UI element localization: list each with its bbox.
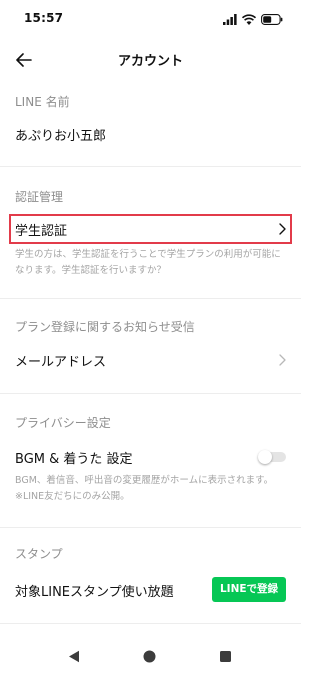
- toggle-knob: [258, 450, 272, 464]
- section-header-stamp: スタンプ: [15, 547, 63, 561]
- line-name-value: あぷりお小五郎: [15, 129, 107, 144]
- bgm-description: BGM、着信音、呼出音の変更履歴がホームに表示されます。 ※LINE友だちにのみ…: [15, 473, 287, 505]
- divider: [0, 623, 301, 624]
- home-circle-icon[interactable]: [143, 650, 156, 663]
- divider: [0, 298, 301, 299]
- section-header-privacy: プライバシー設定: [15, 416, 111, 430]
- email-label: メールアドレス: [15, 355, 107, 370]
- back-triangle-icon[interactable]: [68, 650, 80, 663]
- divider: [0, 393, 301, 394]
- divider: [0, 166, 301, 167]
- stamp-unlimited-label: 対象LINEスタンプ使い放題: [15, 585, 174, 600]
- section-header-auth: 認証管理: [15, 190, 64, 204]
- bgm-setting-label: BGM & 着うた 設定: [15, 452, 133, 467]
- bgm-description-line-2: ※LINE友だちにのみ公開。: [15, 491, 130, 502]
- email-row[interactable]: メールアドレス: [0, 344, 301, 376]
- battery-icon: [261, 13, 283, 25]
- student-auth-description: 学生の方は、学生認証を行うことで学生プランの利用が可能になります。学生認証を行い…: [15, 249, 281, 276]
- chevron-right-icon: [279, 354, 286, 366]
- status-time: 15:57: [24, 11, 64, 25]
- top-navbar: アカウント: [0, 40, 301, 80]
- system-navigation-bar: [0, 636, 301, 676]
- recents-square-icon[interactable]: [220, 651, 231, 662]
- wifi-icon: [242, 13, 256, 25]
- status-icons: [223, 13, 283, 25]
- line-name-row[interactable]: あぷりお小五郎: [0, 118, 301, 150]
- student-auth-highlight-box: [9, 214, 292, 244]
- bgm-description-line-1: BGM、着信音、呼出音の変更履歴がホームに表示されます。: [15, 475, 274, 486]
- section-header-line-name: LINE 名前: [15, 95, 70, 109]
- bgm-toggle[interactable]: [258, 450, 288, 464]
- signal-icon: [223, 13, 237, 25]
- bgm-setting-row: BGM & 着うた 設定: [0, 442, 301, 472]
- section-header-plan-notifications: プラン登録に関するお知らせ受信: [15, 320, 195, 334]
- status-bar: 15:57: [0, 0, 301, 36]
- page-title: アカウント: [117, 54, 183, 69]
- line-register-button[interactable]: LINEで登録: [212, 577, 286, 602]
- divider: [0, 527, 301, 528]
